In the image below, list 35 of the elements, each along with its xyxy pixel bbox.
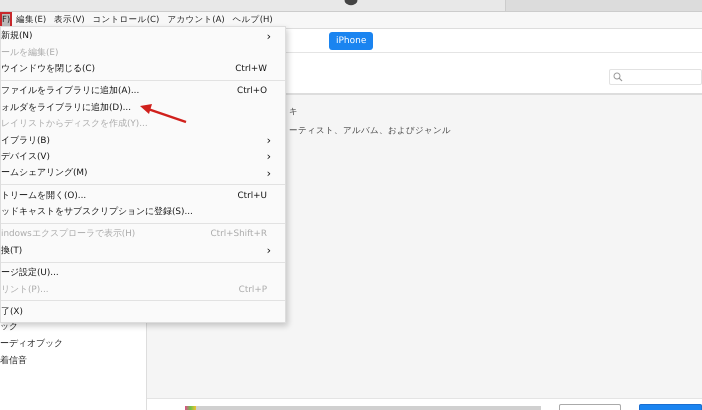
content-text: キ (289, 106, 298, 119)
shortcut-text: Ctrl+O (237, 86, 268, 96)
menu-item[interactable]: ファイルをライブラリに追加(A)... Ctrl+O (1, 83, 285, 100)
shortcut-text: Ctrl+U (238, 190, 268, 201)
menu-item[interactable]: デバイス(V) › (1, 148, 285, 166)
menu-item[interactable]: 換(T) › (1, 242, 285, 260)
device-button[interactable]: iPhone (329, 32, 374, 50)
submenu-arrow: › (266, 134, 271, 148)
search-field[interactable] (609, 69, 702, 85)
menu-item[interactable]: ームシェアリング(M) › (1, 165, 285, 182)
sidebar-item[interactable]: 着信音 (0, 353, 146, 370)
shortcut-text: Ctrl+Shift+R (210, 229, 268, 240)
menu-bar-item[interactable]: ヘルプ(H) (228, 12, 277, 28)
menu-item[interactable]: ージ設定(U)... (1, 265, 285, 282)
menu-item[interactable]: ウインドウを閉じる(C) Ctrl+W (1, 60, 285, 78)
submenu-arrow: › (266, 166, 271, 180)
menu-item[interactable]: イブラリ(B) › (1, 132, 285, 149)
menu-bar-item[interactable]: 表示(V) (50, 12, 89, 28)
shortcut-text: Ctrl+P (238, 284, 268, 295)
sidebar-item[interactable]: ック (0, 319, 146, 336)
submenu-arrow: › (266, 244, 271, 258)
menu-item[interactable]: ォルダをライブラリに追加(D)... (1, 100, 285, 116)
sidebar-item[interactable]: ーディオブック (0, 336, 146, 353)
menu-bar-item[interactable]: コントロール(C) (88, 12, 164, 28)
menu-item[interactable]: 新規(N) › (1, 28, 285, 44)
menu-item[interactable]: 了(X) (1, 304, 285, 320)
menu-item[interactable]: ッドキャストをサブスクリプションに登録(S)... (1, 204, 285, 220)
content-text: ーティスト、アルバム、およびジャンル (289, 125, 451, 138)
search-icon (613, 72, 623, 82)
menu-bar-item[interactable]: 編集(E) (12, 12, 50, 28)
menu-item[interactable]: トリームを開く(O)... Ctrl+U (1, 188, 285, 204)
shortcut-text: Ctrl+W (235, 64, 268, 74)
submenu-arrow: › (266, 30, 271, 43)
menu-bar-item[interactable]: アカウント(A) (163, 12, 229, 28)
submenu-arrow: › (266, 150, 271, 164)
